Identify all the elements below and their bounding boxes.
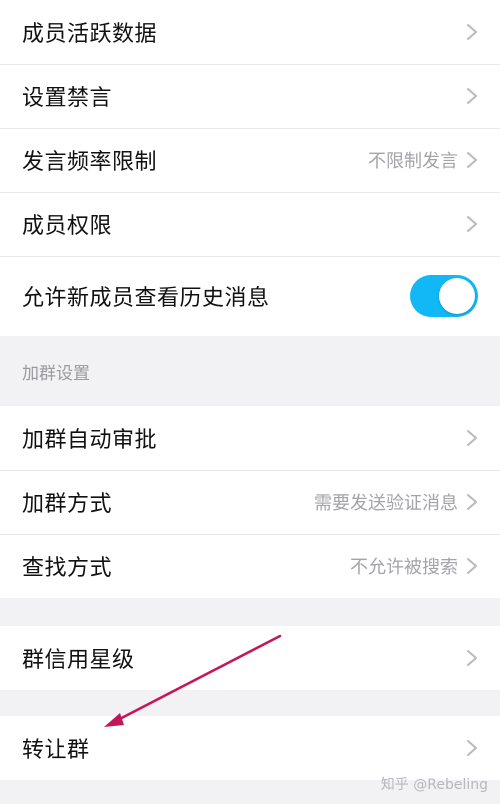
speak-frequency-label: 发言频率限制 [22,150,158,175]
speak-frequency-row[interactable]: 发言频率限制 不限制发言 [0,128,500,192]
group-settings-page: 成员活跃数据 设置禁言 发言频率限制 不限制发言 成员权限 允许新成员查看历史消… [0,0,500,804]
chevron-right-icon [467,558,477,574]
search-method-label: 查找方式 [22,556,113,581]
member-settings-group: 成员活跃数据 设置禁言 发言频率限制 不限制发言 成员权限 允许新成员查看历史消… [0,0,500,336]
speak-frequency-value: 不限制发言 [368,151,458,172]
search-method-value: 不允许被搜索 [350,557,458,578]
join-method-row[interactable]: 加群方式 需要发送验证消息 [0,470,500,534]
auto-approve-label: 加群自动审批 [22,428,158,453]
member-permissions-row[interactable]: 成员权限 [0,192,500,256]
credit-group: 群信用星级 [0,626,500,690]
history-visibility-row: 允许新成员查看历史消息 [0,256,500,336]
watermark: 知乎 @Rebeling [380,777,488,793]
chevron-right-icon [467,216,477,232]
member-activity-label: 成员活跃数据 [22,22,158,47]
auto-approve-row[interactable]: 加群自动审批 [0,406,500,470]
credit-rating-row[interactable]: 群信用星级 [0,626,500,690]
chevron-right-icon [467,740,477,756]
transfer-group: 转让群 [0,716,500,780]
join-settings-header-label: 加群设置 [22,363,90,384]
chevron-right-icon [467,494,477,510]
transfer-group-row[interactable]: 转让群 [0,716,500,780]
credit-rating-label: 群信用星级 [22,648,135,673]
chevron-right-icon [467,650,477,666]
chevron-right-icon [467,430,477,446]
toggle-knob [439,278,475,314]
history-visibility-label: 允许新成员查看历史消息 [22,286,270,311]
history-visibility-toggle[interactable] [410,275,478,317]
member-permissions-label: 成员权限 [22,214,113,239]
join-method-value: 需要发送验证消息 [314,493,458,514]
join-settings-group: 加群自动审批 加群方式 需要发送验证消息 查找方式 不允许被搜索 [0,406,500,598]
transfer-group-label: 转让群 [22,738,90,763]
chevron-right-icon [467,88,477,104]
join-method-label: 加群方式 [22,492,113,517]
chevron-right-icon [467,152,477,168]
mute-settings-label: 设置禁言 [22,86,113,111]
member-activity-row[interactable]: 成员活跃数据 [0,0,500,64]
join-settings-header: 加群设置 [0,336,500,406]
mute-settings-row[interactable]: 设置禁言 [0,64,500,128]
search-method-row[interactable]: 查找方式 不允许被搜索 [0,534,500,598]
chevron-right-icon [467,24,477,40]
